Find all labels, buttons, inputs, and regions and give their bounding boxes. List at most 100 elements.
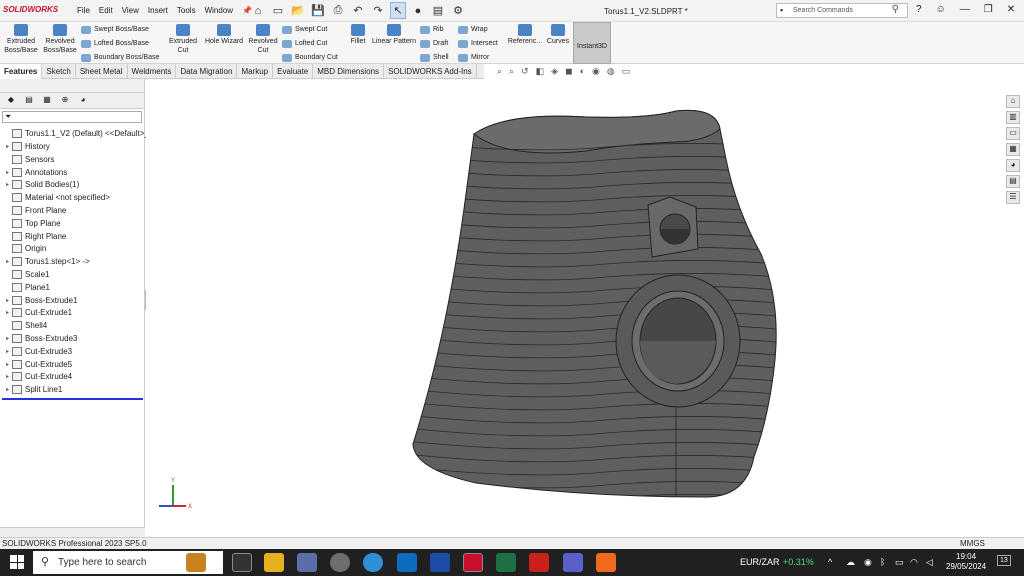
tree-item[interactable]: ▸ Annotations bbox=[3, 166, 67, 179]
windows-start-icon[interactable] bbox=[10, 555, 24, 569]
expand-arrow-icon[interactable]: ▸ bbox=[3, 373, 12, 380]
expand-arrow-icon[interactable]: ▸ bbox=[3, 361, 12, 368]
close-icon[interactable]: ✕ bbox=[1007, 4, 1015, 15]
display-manager-icon[interactable]: ◕ bbox=[76, 95, 90, 107]
outlook-taskbar-icon[interactable] bbox=[397, 553, 417, 572]
excel-taskbar-icon[interactable] bbox=[496, 553, 516, 572]
app-taskbar-icon[interactable] bbox=[297, 553, 317, 572]
bluetooth-icon[interactable]: ᛒ bbox=[880, 557, 885, 567]
minimize-icon[interactable]: — bbox=[960, 4, 970, 15]
tree-item[interactable]: Sensors bbox=[3, 153, 54, 166]
traffic-light-icon[interactable]: ● bbox=[410, 2, 426, 19]
tab-weldments[interactable]: Weldments bbox=[128, 64, 177, 79]
fillet-button[interactable]: Fillet bbox=[347, 24, 369, 46]
scene-icon[interactable]: ◍ bbox=[607, 66, 615, 77]
panel-collapse-bar[interactable] bbox=[0, 79, 144, 93]
forum-icon[interactable]: ☰ bbox=[1006, 191, 1020, 204]
select-icon[interactable]: ↖ bbox=[390, 2, 406, 19]
configuration-manager-icon[interactable]: ▦ bbox=[40, 95, 54, 107]
zoom-area-icon[interactable]: ⌕ bbox=[509, 66, 514, 77]
expand-arrow-icon[interactable]: ▸ bbox=[3, 335, 12, 342]
lofted-boss-button[interactable]: Lofted Boss/Base bbox=[81, 39, 149, 48]
tree-item[interactable]: Shell4 bbox=[3, 319, 47, 332]
draft-button[interactable]: Draft bbox=[420, 39, 448, 48]
file-explorer-taskbar-icon[interactable] bbox=[264, 553, 284, 572]
undo-icon[interactable]: ↶ bbox=[350, 2, 366, 19]
dimxpert-icon[interactable]: ⊕ bbox=[58, 95, 72, 107]
expand-arrow-icon[interactable]: ▸ bbox=[3, 348, 12, 355]
options-gear-icon[interactable]: ⚙ bbox=[450, 2, 466, 19]
taskbar-clock[interactable]: 19:04 29/05/2024 bbox=[946, 552, 986, 572]
expand-arrow-icon[interactable]: ▸ bbox=[3, 169, 12, 176]
expand-arrow-icon[interactable]: ▸ bbox=[3, 258, 12, 265]
app-tray-icon[interactable]: ◉ bbox=[864, 557, 872, 568]
wrap-button[interactable]: Wrap bbox=[458, 25, 488, 34]
edge-taskbar-icon[interactable] bbox=[363, 553, 383, 572]
tree-item[interactable]: ▸ Cut-Extrude4 bbox=[3, 370, 72, 383]
tree-item[interactable]: ▸ Solid Bodies(1) bbox=[3, 178, 79, 191]
display-style-icon[interactable]: ◼ bbox=[565, 66, 572, 77]
instant3d-button[interactable]: Instant3D bbox=[573, 22, 611, 64]
tree-filter-input[interactable]: ⏷ bbox=[2, 111, 142, 123]
tree-item[interactable]: Right Plane bbox=[3, 230, 66, 243]
mirror-button[interactable]: Mirror bbox=[458, 53, 489, 62]
extruded-boss-button[interactable]: Extruded Boss/Base bbox=[3, 24, 39, 55]
view-settings-icon[interactable]: ▭ bbox=[622, 66, 631, 77]
menu-tools[interactable]: Tools bbox=[177, 6, 196, 15]
hide-show-icon[interactable]: ◐ bbox=[580, 66, 585, 77]
tree-item[interactable]: Top Plane bbox=[3, 217, 61, 230]
previous-view-icon[interactable]: ↺ bbox=[521, 66, 529, 77]
print-icon[interactable]: ⎙ bbox=[330, 2, 346, 19]
panel-horizontal-scrollbar[interactable] bbox=[0, 527, 145, 537]
notepad-taskbar-icon[interactable] bbox=[430, 553, 450, 572]
file-properties-icon[interactable]: ▤ bbox=[430, 2, 446, 19]
expand-arrow-icon[interactable]: ▸ bbox=[3, 181, 12, 188]
tab-markup[interactable]: Markup bbox=[237, 64, 274, 79]
intersect-button[interactable]: Intersect bbox=[458, 39, 498, 48]
menu-file[interactable]: File bbox=[77, 6, 90, 15]
view-orientation-icon[interactable]: ◈ bbox=[551, 66, 558, 77]
tray-overflow-icon[interactable]: ^ bbox=[828, 557, 832, 567]
menu-view[interactable]: View bbox=[122, 6, 139, 15]
tree-item[interactable]: Material <not specified> bbox=[3, 191, 110, 204]
solidworks-taskbar-icon[interactable] bbox=[463, 553, 483, 572]
feature-manager-icon[interactable]: ◆ bbox=[4, 95, 18, 107]
units-selector[interactable]: MMGS bbox=[960, 539, 985, 548]
home-icon[interactable]: ⌂ bbox=[250, 2, 266, 19]
menu-edit[interactable]: Edit bbox=[99, 6, 113, 15]
fusion-taskbar-icon[interactable] bbox=[596, 553, 616, 572]
ticker-name[interactable]: EUR/ZAR bbox=[740, 557, 780, 567]
save-icon[interactable]: 💾 bbox=[310, 2, 326, 19]
hole-wizard-button[interactable]: Hole Wizard bbox=[202, 24, 246, 46]
tab-data-migration[interactable]: Data Migration bbox=[176, 64, 238, 79]
appearance-icon[interactable]: ◉ bbox=[592, 66, 600, 77]
tree-item[interactable]: ▸ Cut-Extrude3 bbox=[3, 345, 72, 358]
user-icon[interactable]: ☺ bbox=[936, 4, 946, 15]
help-icon[interactable]: ? bbox=[916, 4, 922, 15]
tree-item[interactable]: ▸ Cut-Extrude5 bbox=[3, 358, 72, 371]
expand-arrow-icon[interactable]: ▸ bbox=[3, 386, 12, 393]
acrobat-taskbar-icon[interactable] bbox=[529, 553, 549, 572]
open-icon[interactable]: 📂 bbox=[290, 2, 306, 19]
solidworks-resources-icon[interactable]: ⌂ bbox=[1006, 95, 1020, 108]
revolved-cut-button[interactable]: Revolved Cut bbox=[246, 24, 280, 55]
lofted-cut-button[interactable]: Lofted Cut bbox=[282, 39, 327, 48]
tree-item[interactable]: Scale1 bbox=[3, 268, 49, 281]
task-view-icon[interactable] bbox=[232, 553, 252, 572]
extruded-cut-button[interactable]: Extruded Cut bbox=[167, 24, 199, 55]
appearances-icon[interactable]: ◕ bbox=[1006, 159, 1020, 172]
tree-item[interactable]: ▸ Boss-Extrude3 bbox=[3, 332, 77, 345]
custom-properties-icon[interactable]: ▤ bbox=[1006, 175, 1020, 188]
network-icon[interactable]: ▭ bbox=[895, 557, 904, 568]
tree-item[interactable]: Plane1 bbox=[3, 281, 50, 294]
tab-mbd-dimensions[interactable]: MBD Dimensions bbox=[313, 64, 385, 79]
tree-item[interactable]: ▸ Boss-Extrude1 bbox=[3, 294, 77, 307]
zoom-fit-icon[interactable]: ⌕ bbox=[497, 66, 502, 77]
swept-cut-button[interactable]: Swept Cut bbox=[282, 25, 327, 34]
tree-item[interactable]: ▸ Cut-Extrude1 bbox=[3, 306, 72, 319]
tree-item[interactable]: ▸ History bbox=[3, 140, 50, 153]
view-palette-icon[interactable]: ▦ bbox=[1006, 143, 1020, 156]
notification-badge[interactable]: 13 bbox=[997, 555, 1011, 566]
tab-sheet-metal[interactable]: Sheet Metal bbox=[76, 64, 128, 79]
rib-button[interactable]: Rib bbox=[420, 25, 444, 34]
